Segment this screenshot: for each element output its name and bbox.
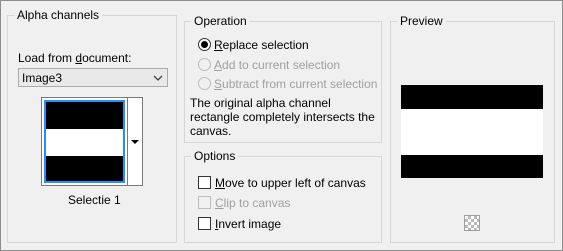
preview-title: Preview	[397, 14, 446, 28]
triangle-down-icon	[131, 140, 139, 144]
document-select-value: Image3	[22, 71, 63, 85]
checkerboard-icon[interactable]	[464, 215, 480, 231]
move-to-upper-left-label[interactable]: Move to upper left of canvas	[215, 176, 366, 190]
thumbnail-dropdown-button[interactable]	[127, 97, 143, 186]
thumbnail-caption: Selectie 1	[68, 193, 121, 207]
chevron-down-icon	[153, 75, 163, 81]
subtract-from-selection-label[interactable]: Subtract from current selection	[214, 77, 377, 91]
add-to-selection-radio[interactable]	[198, 58, 211, 71]
alpha-channel-thumbnail[interactable]	[41, 97, 128, 186]
move-to-upper-left-checkbox[interactable]	[198, 176, 211, 189]
clip-to-canvas-label[interactable]: Clip to canvas	[215, 196, 290, 210]
document-select[interactable]: Image3	[18, 68, 168, 87]
alpha-channels-title: Alpha channels	[14, 8, 103, 22]
invert-image-label[interactable]: Invert image	[215, 217, 281, 231]
clip-to-canvas-checkbox[interactable]	[198, 196, 211, 209]
operation-info-line-2: rectangle completely intersects the	[190, 110, 375, 124]
preview-image	[401, 85, 543, 178]
load-from-document-label: Load from document:	[18, 51, 132, 65]
invert-image-checkbox[interactable]	[198, 217, 211, 230]
add-to-selection-label[interactable]: Add to current selection	[214, 58, 340, 72]
operation-title: Operation	[191, 14, 250, 28]
options-title: Options	[191, 149, 239, 163]
operation-info-line-1: The original alpha channel	[190, 96, 331, 110]
thumbnail-image	[44, 100, 125, 183]
replace-selection-label[interactable]: Replace selection	[214, 38, 309, 52]
preview-white-band	[401, 109, 543, 155]
thumbnail-white-band	[46, 129, 123, 156]
replace-selection-radio[interactable]	[198, 38, 211, 51]
subtract-from-selection-radio[interactable]	[198, 77, 211, 90]
operation-info-line-3: canvas.	[190, 124, 232, 138]
